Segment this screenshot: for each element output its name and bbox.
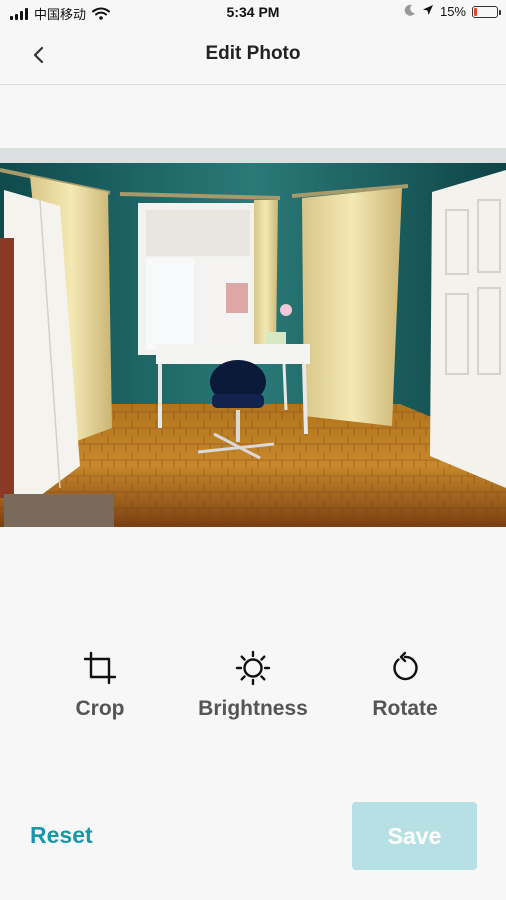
crop-label: Crop (75, 697, 125, 720)
page-title: Edit Photo (205, 43, 301, 64)
crop-icon (83, 651, 117, 685)
battery-percent: 15% (439, 4, 466, 19)
navigation-bar: Edit Photo (0, 26, 506, 85)
status-bar: 中国移动 5:34 PM 15% (0, 0, 506, 26)
battery-icon (472, 5, 501, 18)
edit-tools: Crop Brightness Rotate (0, 648, 506, 728)
location-arrow-icon (422, 4, 434, 19)
photo-preview (0, 148, 506, 527)
brightness-label: Brightness (198, 697, 308, 720)
save-button[interactable]: Save (352, 802, 477, 870)
moon-icon (404, 4, 416, 19)
rotate-icon (393, 651, 418, 681)
status-right: 15% (404, 4, 501, 19)
rotate-label: Rotate (372, 697, 438, 720)
reset-button[interactable]: Reset (30, 822, 93, 849)
sun-icon (235, 650, 271, 686)
battery-fill (474, 7, 477, 16)
brightness-tool-button[interactable]: Brightness (183, 648, 323, 721)
crop-tool-button[interactable]: Crop (30, 648, 170, 721)
rotate-tool-button[interactable]: Rotate (335, 648, 475, 721)
